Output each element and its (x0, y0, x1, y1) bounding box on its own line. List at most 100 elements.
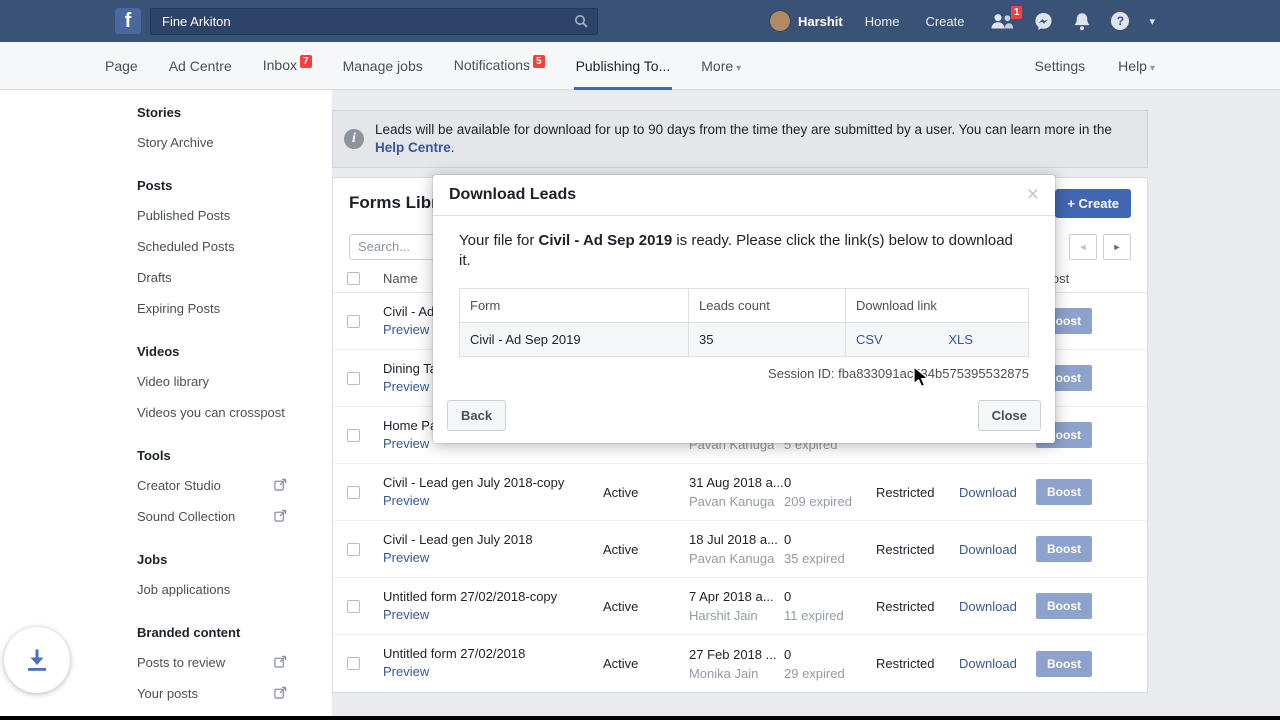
help-icon[interactable]: ? (1111, 12, 1130, 30)
create-link[interactable]: Create (925, 14, 964, 29)
tab-ad-centre[interactable]: Ad Centre (169, 58, 232, 74)
publishing-tools-sidebar: Stories Story Archive Posts Published Po… (0, 90, 332, 716)
friend-requests-icon[interactable]: 1 (990, 6, 1023, 29)
search-icon[interactable] (574, 14, 588, 28)
page-admin-tabs: Page Ad Centre Inbox 7 Manage jobs Notifi… (0, 42, 1280, 90)
preview-link[interactable]: Preview (383, 607, 429, 622)
external-link-icon (274, 478, 287, 495)
sidebar-item-tools[interactable]: Tools (137, 448, 287, 463)
pagination-next-button[interactable]: ► (1103, 233, 1131, 260)
back-button[interactable]: Back (447, 400, 507, 431)
row-checkbox[interactable] (347, 657, 360, 670)
preview-link[interactable]: Preview (383, 664, 429, 679)
modal-table-row: Civil - Ad Sep 2019 35 CSV XLS (459, 322, 1029, 357)
tab-settings[interactable]: Settings (1035, 58, 1086, 74)
sidebar-item-video-library[interactable]: Video library (137, 373, 287, 390)
modal-title: Download Leads (449, 186, 577, 203)
form-name: Untitled form 27/02/2018-copy (383, 588, 558, 604)
table-row: Untitled form 27/02/2018-copy Preview Ac… (333, 578, 1147, 635)
sidebar-item-drafts[interactable]: Drafts (137, 269, 287, 286)
sidebar-item-creator-studio[interactable]: Creator Studio (137, 477, 287, 494)
tab-publishing-tools[interactable]: Publishing To... (573, 58, 672, 90)
download-link[interactable]: Download (959, 542, 1036, 557)
xls-download-link[interactable]: XLS (948, 332, 973, 347)
external-link-icon (274, 686, 287, 703)
search-input[interactable] (160, 12, 574, 30)
modal-row-leads-count: 35 (688, 322, 846, 357)
help-centre-link[interactable]: Help Centre (375, 140, 451, 155)
table-row: Untitled form 27/02/2018 Preview Active … (333, 635, 1147, 692)
table-row: Civil - Lead gen July 2018 Preview Activ… (333, 521, 1147, 578)
facebook-publishing-tools-page: f Harshit Home Create 1 (0, 0, 1280, 720)
home-link[interactable]: Home (865, 14, 900, 29)
tab-manage-jobs[interactable]: Manage jobs (343, 58, 423, 74)
create-form-button[interactable]: + Create (1055, 188, 1131, 218)
row-checkbox[interactable] (347, 371, 360, 385)
tab-help[interactable]: Help ▾ (1118, 58, 1155, 74)
row-checkbox[interactable] (347, 314, 360, 328)
sidebar-item-jobs[interactable]: Jobs (137, 552, 287, 567)
form-name: Civil - Lead gen July 2018-copy (383, 474, 565, 490)
row-checkbox[interactable] (347, 599, 360, 613)
boost-button[interactable]: Boost (1036, 536, 1092, 562)
form-name: Untitled form 27/02/2018 (383, 646, 526, 661)
avatar[interactable] (768, 10, 791, 32)
pagination-prev-button[interactable]: ◄ (1069, 233, 1097, 260)
sidebar-item-stories[interactable]: Stories (137, 105, 287, 120)
csv-download-link[interactable]: CSV (856, 332, 883, 347)
preview-link[interactable]: Preview (383, 493, 429, 508)
row-checkbox[interactable] (347, 542, 360, 556)
form-name: Civil - Lead gen July 2018 (383, 531, 533, 547)
preview-link[interactable]: Preview (383, 436, 429, 451)
download-link[interactable]: Download (959, 485, 1036, 500)
sidebar-item-crosspost-videos[interactable]: Videos you can crosspost (137, 404, 287, 421)
help-caret-icon: ▾ (1149, 62, 1155, 74)
sidebar-item-job-applications[interactable]: Job applications (137, 581, 287, 598)
modal-close-icon[interactable]: × (1027, 184, 1039, 205)
boost-button[interactable]: Boost (1036, 650, 1092, 677)
close-button[interactable]: Close (977, 400, 1041, 431)
modal-column-leads-count: Leads count (688, 288, 846, 323)
download-link[interactable]: Download (959, 656, 1036, 671)
tab-more[interactable]: More ▾ (701, 58, 741, 74)
topbar-right-cluster: Harshit Home Create 1 ? ▾ (768, 6, 1155, 32)
banner-text: Leads will be available for download for… (375, 122, 1112, 155)
row-checkbox[interactable] (347, 428, 360, 442)
facebook-logo[interactable]: f (115, 8, 141, 34)
download-link[interactable]: Download (959, 599, 1036, 614)
preview-link[interactable]: Preview (383, 379, 429, 394)
tab-page[interactable]: Page (105, 58, 138, 74)
download-floating-button[interactable] (4, 627, 70, 693)
select-all-checkbox[interactable] (347, 272, 360, 285)
modal-row-form-name: Civil - Ad Sep 2019 (459, 322, 689, 357)
sidebar-item-videos[interactable]: Videos (137, 344, 287, 359)
external-link-icon (274, 655, 287, 672)
boost-button[interactable]: Boost (1036, 479, 1092, 505)
sidebar-item-posts-to-review[interactable]: Posts to review (137, 654, 287, 671)
sidebar-item-expiring-posts[interactable]: Expiring Posts (137, 300, 287, 317)
sidebar-item-scheduled-posts[interactable]: Scheduled Posts (137, 238, 287, 255)
account-menu-caret-icon[interactable]: ▾ (1149, 15, 1155, 28)
sidebar-item-sound-collection[interactable]: Sound Collection (137, 508, 287, 525)
session-id-text: Session ID: fba833091ac534b575395532875 (768, 366, 1029, 381)
tab-notifications[interactable]: Notifications 5 (454, 55, 545, 74)
row-checkbox[interactable] (347, 485, 360, 499)
tab-inbox[interactable]: Inbox 7 (263, 55, 312, 74)
profile-name[interactable]: Harshit (798, 14, 843, 29)
sidebar-item-story-archive[interactable]: Story Archive (137, 134, 287, 151)
notifications-badge: 5 (533, 55, 545, 68)
inbox-badge: 7 (300, 55, 312, 68)
download-icon (28, 649, 46, 671)
friend-requests-badge: 1 (1010, 6, 1023, 19)
sidebar-item-posts[interactable]: Posts (137, 178, 287, 193)
preview-link[interactable]: Preview (383, 550, 429, 565)
messenger-icon[interactable] (1034, 12, 1053, 31)
sidebar-item-branded-content[interactable]: Branded content (137, 625, 287, 640)
preview-link[interactable]: Preview (383, 322, 429, 337)
modal-column-download-link: Download link (845, 288, 1029, 323)
notifications-bell-icon[interactable] (1073, 12, 1091, 31)
boost-button[interactable]: Boost (1036, 593, 1092, 619)
modal-message: Your file for Civil - Ad Sep 2019 is rea… (459, 232, 1013, 269)
sidebar-item-published-posts[interactable]: Published Posts (137, 207, 287, 224)
sidebar-item-your-posts[interactable]: Your posts (137, 685, 287, 702)
